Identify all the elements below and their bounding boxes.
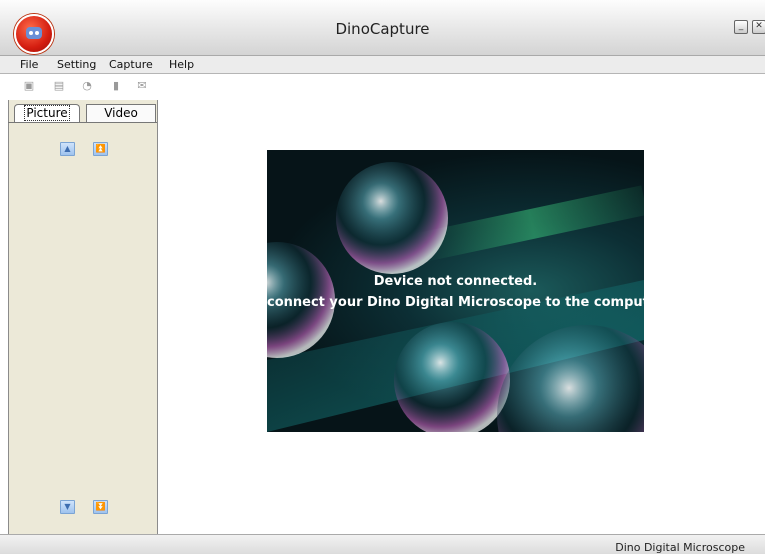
minimize-button[interactable]: _	[734, 20, 748, 34]
tab-picture-label: Picture	[24, 105, 70, 121]
toolbar: ▣ ▤ ◔ ▮ ✉	[8, 78, 158, 96]
menu-capture[interactable]: Capture	[109, 58, 153, 71]
scroll-down-button[interactable]: ▼	[60, 500, 75, 514]
title-bar: DinoCapture _ ✕	[0, 0, 765, 56]
status-message-title: Device not connected.	[373, 274, 538, 289]
menu-file[interactable]: File	[20, 58, 38, 71]
clock-icon[interactable]: ◔	[80, 80, 94, 92]
film-icon[interactable]: ▤	[52, 80, 66, 92]
window-title: DinoCapture	[335, 20, 430, 38]
status-text: Dino Digital Microscope	[615, 541, 745, 554]
tab-picture[interactable]: Picture	[14, 104, 80, 123]
scroll-top-button[interactable]: ⏫	[93, 142, 108, 156]
scroll-bottom-button[interactable]: ⏬	[93, 500, 108, 514]
menu-help[interactable]: Help	[169, 58, 194, 71]
tab-video[interactable]: Video	[86, 104, 156, 123]
scroll-up-button[interactable]: ▲	[60, 142, 75, 156]
close-button[interactable]: ✕	[752, 20, 765, 34]
menu-setting[interactable]: Setting	[57, 58, 96, 71]
status-message-detail: connect your Dino Digital Microscope to …	[267, 295, 644, 310]
email-icon[interactable]: ✉	[135, 80, 149, 92]
save-icon[interactable]: ▮	[109, 80, 123, 92]
camera-preview: Device not connected. connect your Dino …	[267, 150, 644, 432]
left-panel	[8, 100, 158, 535]
preview-background-image	[267, 162, 644, 432]
status-bar: Dino Digital Microscope	[0, 534, 765, 554]
menu-bar: File Setting Capture Help	[0, 56, 765, 74]
camera-icon[interactable]: ▣	[22, 80, 36, 92]
tab-divider	[8, 122, 157, 123]
